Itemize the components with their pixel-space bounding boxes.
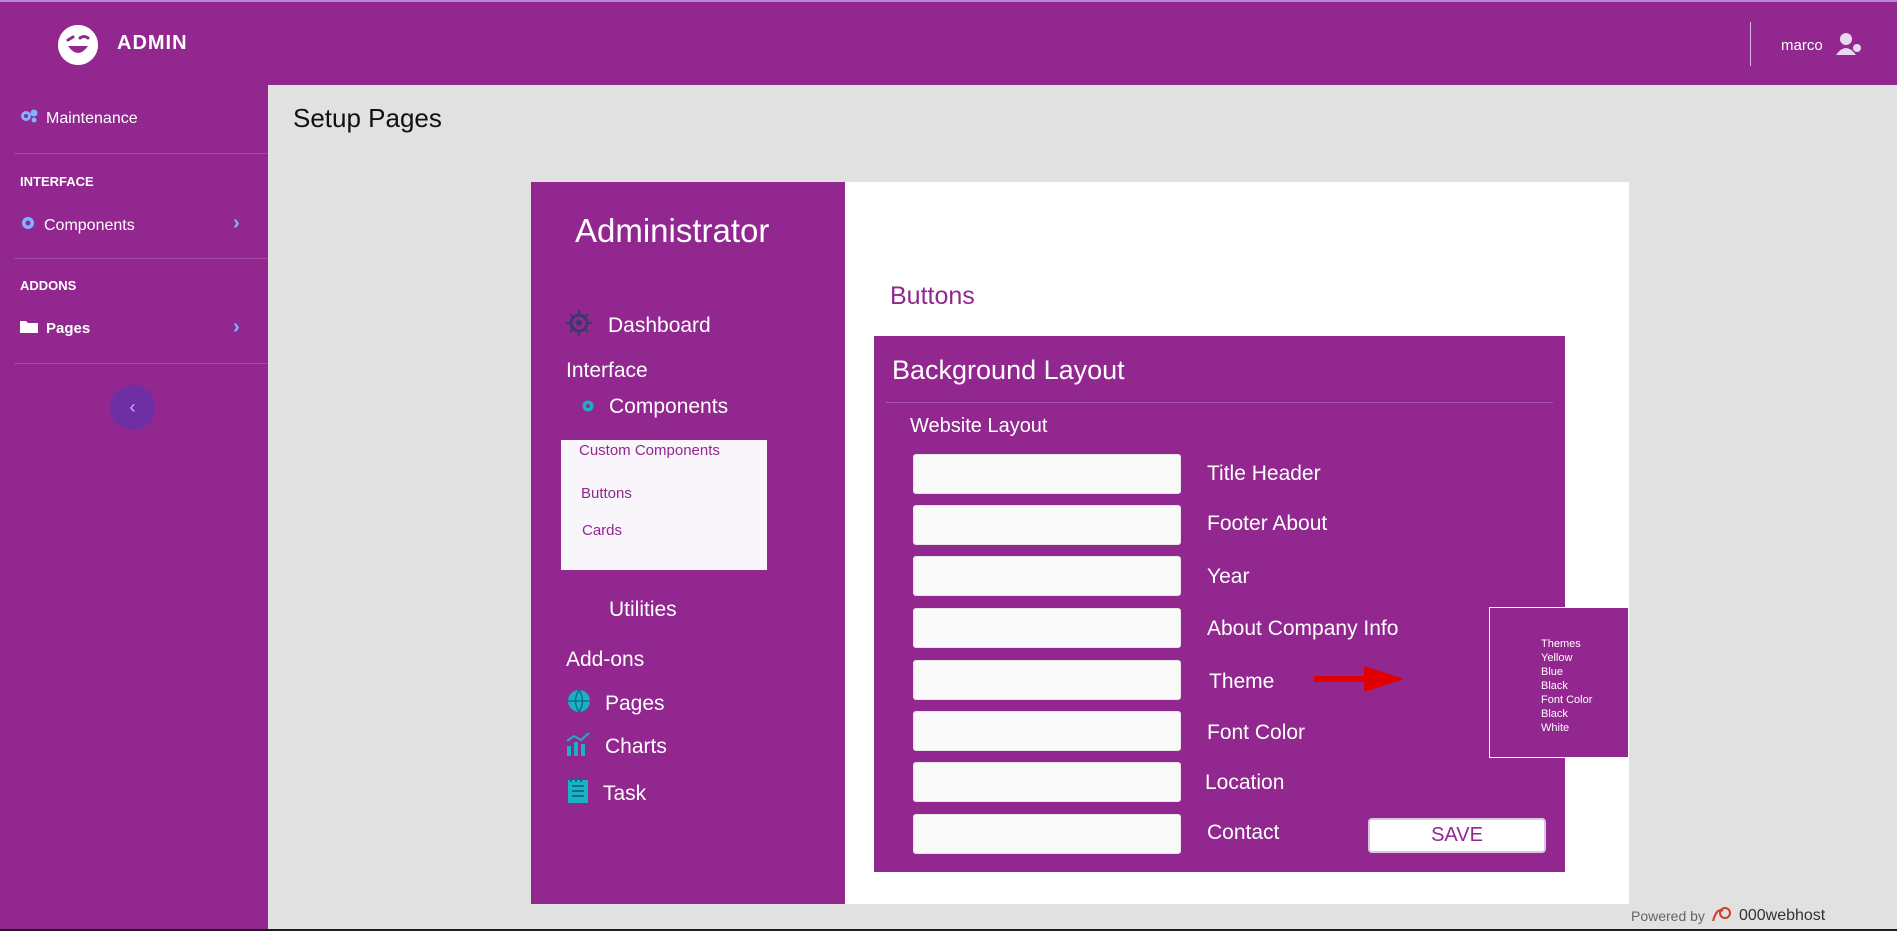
section-title: Buttons [890, 282, 975, 310]
admin-item-utilities[interactable]: Utilities [609, 598, 677, 622]
themes-dropdown[interactable]: Themes Yellow Blue Black Font Color Blac… [1489, 607, 1629, 758]
admin-heading-interface: Interface [566, 359, 648, 383]
sidebar-item-components[interactable]: Components [20, 215, 135, 236]
background-layout-card: Background Layout Website Layout Title H… [874, 336, 1565, 872]
field-label-theme: Theme [1209, 670, 1275, 693]
submenu-buttons[interactable]: Buttons [581, 485, 632, 502]
admin-item-charts[interactable]: Charts [565, 732, 667, 762]
admin-item-pages[interactable]: Pages [567, 689, 665, 719]
admin-item-label: Dashboard [608, 314, 711, 337]
chevron-right-icon[interactable]: › [233, 212, 240, 235]
card-title: Background Layout [892, 355, 1125, 385]
field-label-about-company-info: About Company Info [1207, 617, 1399, 640]
sidebar-item-maintenance[interactable]: Maintenance [20, 109, 138, 128]
admin-heading-label: Add-ons [566, 648, 645, 671]
webhost-name: 000webhost [1738, 906, 1826, 924]
font-color-input[interactable] [913, 711, 1181, 751]
submenu-cards[interactable]: Cards [582, 522, 622, 539]
admin-heading-label: Interface [566, 359, 648, 382]
sidebar-heading-addons: ADDONS [20, 278, 77, 293]
powered-by-footer[interactable]: Powered by 000webhost [1631, 905, 1825, 926]
webhost-logo-icon [1711, 905, 1733, 926]
chevron-right-icon[interactable]: › [233, 316, 240, 339]
location-input[interactable] [913, 762, 1181, 802]
submenu-custom-components[interactable]: Custom Components [579, 442, 720, 459]
website-layout-title: Website Layout [910, 415, 1048, 437]
admin-sidebar: Administrator Dashboard Interface Compon… [531, 182, 845, 904]
field-label-contact: Contact [1207, 821, 1280, 844]
field-label-footer-about: Footer About [1207, 512, 1328, 535]
theme-option[interactable]: Yellow [1541, 652, 1572, 664]
theme-option[interactable]: Font Color [1541, 694, 1592, 706]
contact-input[interactable] [913, 814, 1181, 854]
chart-icon [565, 732, 591, 762]
theme-option[interactable]: Blue [1541, 666, 1563, 678]
globe-icon [567, 689, 591, 719]
gear-icon [581, 395, 595, 419]
admin-item-label: Pages [605, 692, 665, 715]
admin-item-label: Utilities [609, 598, 677, 621]
footer-about-input[interactable] [913, 505, 1181, 545]
about-company-info-input[interactable] [913, 608, 1181, 648]
sidebar-item-pages[interactable]: Pages [20, 319, 90, 338]
admin-heading-addons: Add-ons [566, 648, 644, 672]
dashboard-icon [564, 308, 594, 344]
admin-item-label: Charts [605, 735, 667, 758]
field-label-location: Location [1205, 771, 1285, 794]
theme-option[interactable]: Black [1541, 708, 1568, 720]
field-label-year: Year [1207, 565, 1250, 588]
page-title: Setup Pages [293, 103, 442, 133]
year-input[interactable] [913, 556, 1181, 596]
folder-icon [20, 319, 38, 338]
title-header-input[interactable] [913, 454, 1181, 494]
admin-item-label: Task [603, 782, 647, 805]
sidebar-item-label: Maintenance [46, 109, 138, 127]
theme-option[interactable]: Themes [1541, 638, 1581, 650]
sidebar-divider [14, 363, 268, 364]
sidebar-heading-interface: INTERFACE [20, 174, 94, 189]
field-label-font-color: Font Color [1207, 721, 1306, 744]
user-icon[interactable] [1836, 32, 1862, 61]
field-label-title-header: Title Header [1207, 462, 1321, 485]
sidebar-item-label: Components [44, 216, 135, 234]
logo-icon[interactable] [58, 25, 98, 65]
powered-by-label: Powered by [1631, 907, 1705, 924]
theme-option[interactable]: Black [1541, 680, 1568, 692]
admin-item-label: Components [609, 395, 729, 418]
arrow-right-icon [1314, 664, 1404, 699]
components-submenu: Custom Components Buttons Cards [561, 440, 767, 570]
admin-item-task[interactable]: Task [567, 778, 646, 810]
user-name[interactable]: marco [1781, 37, 1823, 54]
save-button[interactable]: SAVE [1368, 818, 1546, 853]
top-navbar: ADMIN marco [0, 0, 1897, 85]
admin-item-components[interactable]: Components [581, 395, 728, 419]
theme-option[interactable]: White [1541, 722, 1569, 734]
sidebar-divider [14, 153, 268, 154]
gears-icon [20, 109, 38, 128]
sidebar: Maintenance INTERFACE Components › ADDON… [0, 85, 268, 931]
brand-title[interactable]: ADMIN [117, 32, 188, 55]
sidebar-divider [14, 258, 268, 259]
admin-item-dashboard[interactable]: Dashboard [564, 308, 711, 344]
admin-title: Administrator [575, 212, 770, 249]
notepad-icon [567, 778, 589, 810]
topbar-divider [1750, 22, 1751, 66]
theme-input[interactable] [913, 660, 1181, 700]
gear-icon [20, 215, 36, 236]
sidebar-collapse-button[interactable]: ‹ [110, 385, 155, 430]
sidebar-item-label: Pages [46, 320, 91, 337]
card-divider [886, 402, 1553, 403]
